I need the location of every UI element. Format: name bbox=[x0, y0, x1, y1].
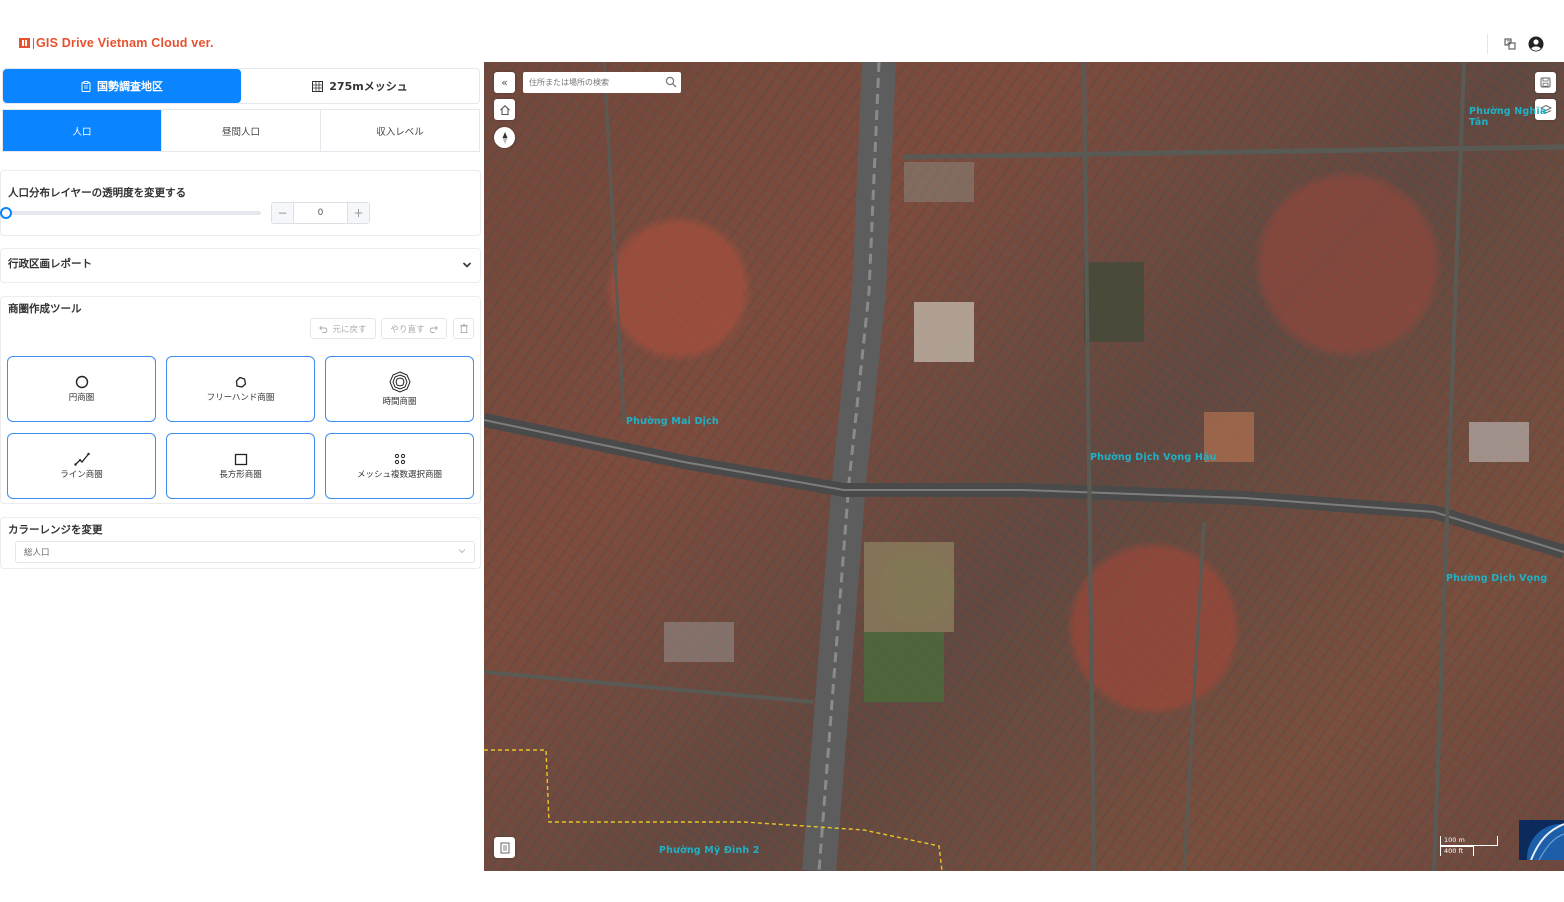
compass-button[interactable] bbox=[494, 127, 515, 148]
compass-icon bbox=[502, 131, 507, 144]
mesh-multi-select-button[interactable]: メッシュ複数選択商圏 bbox=[325, 433, 474, 499]
time-trade-area-label: 時間商圏 bbox=[382, 397, 417, 407]
ward-label-mai-dich: Phường Mai Dịch bbox=[626, 416, 719, 427]
logo-mark-icon bbox=[19, 38, 30, 48]
opacity-slider-thumb[interactable] bbox=[0, 207, 12, 219]
sub-tabs: 人口 昼間人口 収入レベル bbox=[2, 109, 480, 152]
app-header: GIS Drive Vietnam Cloud ver. 文 bbox=[0, 0, 1564, 62]
svg-text:文: 文 bbox=[1506, 39, 1511, 46]
translate-icon[interactable]: 文 bbox=[1501, 35, 1519, 53]
document-icon bbox=[500, 842, 509, 853]
color-range-title: カラーレンジを変更 bbox=[8, 524, 103, 536]
isochrone-icon bbox=[388, 371, 411, 393]
side-panel: 国勢調査地区 275mメッシュ 人口 昼間人口 収入レベル 人口分布レイヤーの透… bbox=[0, 62, 484, 902]
address-search-input[interactable]: 住所または場所の検索 bbox=[523, 72, 681, 93]
chevron-down-icon bbox=[458, 549, 466, 554]
collapse-panel-button[interactable]: « bbox=[494, 72, 515, 93]
tab-daytime-population[interactable]: 昼間人口 bbox=[161, 110, 320, 151]
tab-census-district-label: 国勢調査地区 bbox=[97, 80, 163, 93]
color-range-selected: 総人口 bbox=[24, 548, 50, 558]
map-scale-bar: 100 m 400 ft bbox=[1440, 836, 1510, 858]
scale-metric: 100 m bbox=[1440, 836, 1498, 846]
admin-report-card[interactable]: 行政区画レポート bbox=[0, 248, 481, 283]
tab-census-district[interactable]: 国勢調査地区 bbox=[3, 69, 241, 103]
logo-divider bbox=[33, 37, 34, 49]
user-account-icon[interactable] bbox=[1527, 35, 1545, 53]
satellite-map[interactable]: « 住所または場所の検索 Phường Mai Dịch Phường Dịch… bbox=[484, 62, 1564, 871]
tab-population[interactable]: 人口 bbox=[3, 110, 161, 151]
line-trade-area-button[interactable]: ライン商圏 bbox=[7, 433, 156, 499]
save-map-button[interactable] bbox=[1535, 72, 1556, 93]
app-title: GIS Drive Vietnam Cloud ver. bbox=[36, 36, 214, 50]
redo-button[interactable]: やり直す bbox=[381, 318, 447, 339]
redo-icon bbox=[429, 325, 438, 333]
undo-label: 元に戻す bbox=[332, 324, 367, 335]
admin-report-title: 行政区画レポート bbox=[8, 258, 92, 270]
trade-area-card: 商圏作成ツール 元に戻す やり直す 円商圏 フリーハンド商圏 時間商圏 ライン商… bbox=[0, 296, 481, 504]
circle-icon bbox=[75, 375, 88, 389]
color-range-card: カラーレンジを変更 総人口 bbox=[0, 517, 481, 569]
opacity-value-input[interactable]: 0 bbox=[293, 203, 348, 223]
chevron-down-icon[interactable] bbox=[462, 261, 472, 269]
rectangle-trade-area-label: 長方形商圏 bbox=[219, 469, 262, 480]
delete-button[interactable] bbox=[453, 318, 474, 339]
time-trade-area-button[interactable]: 時間商圏 bbox=[325, 356, 474, 422]
floppy-disk-icon bbox=[1540, 77, 1551, 88]
scale-imperial: 400 ft bbox=[1440, 846, 1474, 856]
opacity-stepper: − 0 + bbox=[271, 202, 370, 224]
increment-button[interactable]: + bbox=[348, 203, 369, 223]
opacity-slider-track[interactable] bbox=[7, 211, 261, 215]
mesh-multi-select-label: メッシュ複数選択商圏 bbox=[356, 470, 442, 480]
map-roads-layer bbox=[484, 62, 1564, 871]
rectangle-icon bbox=[234, 453, 247, 465]
circle-trade-area-label: 円商圏 bbox=[68, 393, 95, 403]
globe-icon bbox=[1527, 823, 1564, 860]
search-icon[interactable] bbox=[665, 76, 677, 88]
tab-275m-mesh-label: 275mメッシュ bbox=[329, 80, 408, 93]
redo-label: やり直す bbox=[390, 324, 425, 335]
freehand-trade-area-label: フリーハンド商圏 bbox=[206, 393, 275, 403]
color-range-select[interactable]: 総人口 bbox=[15, 541, 475, 563]
ward-label-nghia-tan: Phường Nghĩa Tân bbox=[1469, 106, 1547, 128]
ward-label-my-dinh-2: Phường Mỹ Đình 2 bbox=[659, 845, 760, 856]
legend-button[interactable] bbox=[494, 837, 515, 858]
freehand-trade-area-button[interactable]: フリーハンド商圏 bbox=[166, 356, 315, 422]
freehand-icon bbox=[235, 376, 246, 388]
ward-label-dich-vong: Phường Dịch Vọng bbox=[1446, 573, 1548, 584]
decrement-button[interactable]: − bbox=[272, 203, 293, 223]
trash-icon bbox=[459, 324, 468, 333]
tab-275m-mesh[interactable]: 275mメッシュ bbox=[241, 69, 479, 103]
main-tabs: 国勢調査地区 275mメッシュ bbox=[2, 68, 480, 104]
ward-label-dich-vong-hau: Phường Dịch Vọng Hậu bbox=[1090, 452, 1217, 463]
header-divider bbox=[1487, 34, 1488, 54]
undo-button[interactable]: 元に戻す bbox=[310, 318, 376, 339]
mesh-dots-icon bbox=[394, 453, 405, 465]
address-search-placeholder: 住所または場所の検索 bbox=[529, 78, 609, 87]
tab-income-level[interactable]: 収入レベル bbox=[320, 110, 479, 151]
line-trade-area-label: ライン商圏 bbox=[60, 470, 103, 480]
line-icon bbox=[73, 452, 90, 466]
app-logo[interactable]: GIS Drive Vietnam Cloud ver. bbox=[19, 36, 214, 50]
globe-overview[interactable] bbox=[1519, 820, 1564, 860]
rectangle-trade-area-button[interactable]: 長方形商圏 bbox=[166, 433, 315, 499]
home-icon bbox=[499, 104, 510, 115]
collapse-label: « bbox=[501, 76, 508, 89]
opacity-title: 人口分布レイヤーの透明度を変更する bbox=[8, 187, 187, 199]
grid-icon bbox=[312, 80, 324, 92]
circle-trade-area-button[interactable]: 円商圏 bbox=[7, 356, 156, 422]
undo-icon bbox=[319, 325, 328, 333]
trade-area-title: 商圏作成ツール bbox=[8, 303, 82, 315]
clipboard-icon bbox=[81, 80, 91, 92]
opacity-card: 人口分布レイヤーの透明度を変更する − 0 + bbox=[0, 170, 481, 236]
home-button[interactable] bbox=[494, 99, 515, 120]
